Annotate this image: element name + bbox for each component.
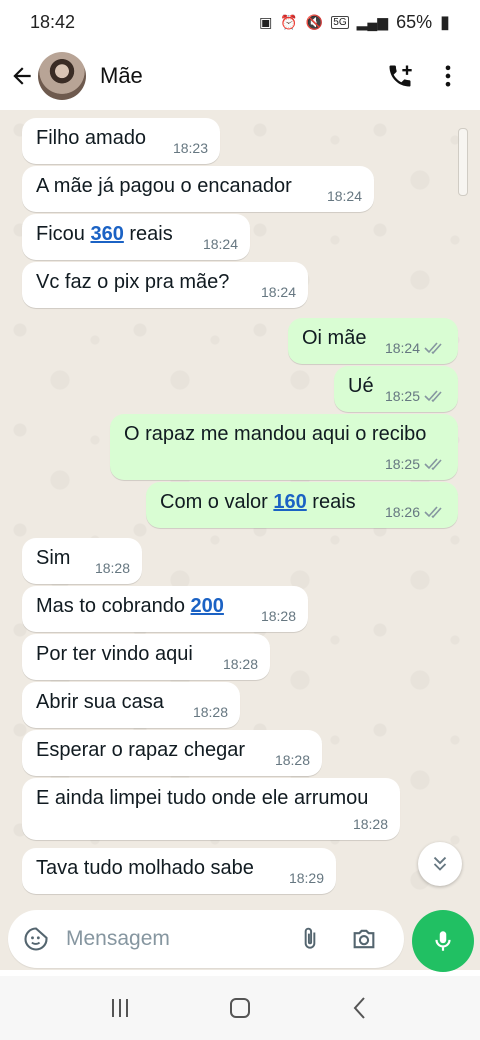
message-outgoing[interactable]: O rapaz me mandou aqui o recibo 18:25 xyxy=(110,414,458,480)
more-options-button[interactable] xyxy=(424,52,472,100)
mic-icon xyxy=(435,931,451,951)
message-text: Filho amado xyxy=(36,127,147,149)
contact-avatar[interactable] xyxy=(38,52,86,100)
message-text: Tava tudo molhado sabe xyxy=(36,857,254,879)
status-icons: ▣ ⏰ 🔇 5G ▂▄▆ 65% ▮ xyxy=(259,12,450,33)
add-call-icon xyxy=(389,65,412,87)
message-outgoing[interactable]: Ué 18:25 xyxy=(334,366,458,412)
message-time: 18:26 xyxy=(384,504,420,520)
message-time: 18:28 xyxy=(260,608,296,624)
message-incoming[interactable]: Filho amado 18:23 xyxy=(22,118,220,164)
message-text: Ué xyxy=(348,375,374,397)
message-time: 18:28 xyxy=(352,816,388,832)
chat-header: Mãe xyxy=(0,44,480,108)
message-time: 18:29 xyxy=(288,870,324,886)
message-time: 18:28 xyxy=(274,752,310,768)
message-text: Sim xyxy=(36,547,71,569)
message-time: 18:24 xyxy=(326,188,362,204)
recents-button[interactable] xyxy=(90,988,150,1028)
system-nav-bar xyxy=(0,976,480,1040)
back-nav-button[interactable] xyxy=(330,988,390,1028)
alarm-icon: ⏰ xyxy=(280,13,298,30)
notification-icon: ▣ xyxy=(259,13,273,30)
home-icon xyxy=(230,998,250,1018)
message-incoming[interactable]: Mas to cobrando 200 18:28 xyxy=(22,586,308,632)
attach-button[interactable] xyxy=(290,919,330,959)
number-link[interactable]: 200 xyxy=(191,595,224,617)
message-text: O rapaz me mandou aqui o recibo xyxy=(124,423,427,445)
paperclip-icon xyxy=(304,927,316,949)
scrollbar[interactable] xyxy=(458,128,468,196)
message-incoming[interactable]: Ficou 360 reais 18:24 xyxy=(22,214,250,260)
message-incoming[interactable]: Sim 18:28 xyxy=(22,538,142,584)
add-call-button[interactable] xyxy=(376,52,424,100)
message-time: 18:24 xyxy=(384,340,420,356)
composer-bar xyxy=(0,910,480,972)
message-time: 18:25 xyxy=(384,388,420,404)
message-incoming[interactable]: Vc faz o pix pra mãe? 18:24 xyxy=(22,262,308,308)
status-bar: 18:42 ▣ ⏰ 🔇 5G ▂▄▆ 65% ▮ xyxy=(0,0,480,44)
number-link[interactable]: 160 xyxy=(273,491,306,513)
sticker-button[interactable] xyxy=(16,919,56,959)
message-incoming[interactable]: A mãe já pagou o encanador 18:24 xyxy=(22,166,374,212)
message-incoming[interactable]: E ainda limpei tudo onde ele arrumou 18:… xyxy=(22,778,400,840)
scroll-to-bottom-button[interactable] xyxy=(418,842,462,886)
double-check-icon xyxy=(424,342,442,355)
message-input[interactable] xyxy=(64,926,278,952)
chat-area[interactable]: Filho amado 18:23 A mãe já pagou o encan… xyxy=(0,110,480,910)
composer-field[interactable] xyxy=(8,910,404,968)
signal-icon: ▂▄▆ xyxy=(356,13,389,30)
message-text: Esperar o rapaz chegar xyxy=(36,739,246,761)
double-check-icon xyxy=(424,506,442,519)
arrow-left-icon xyxy=(13,67,31,85)
home-button[interactable] xyxy=(210,988,270,1028)
voice-record-button[interactable] xyxy=(412,910,474,972)
message-text: Oi mãe xyxy=(302,327,367,349)
battery-icon: ▮ xyxy=(440,11,450,32)
network-type-badge: 5G xyxy=(331,15,349,29)
message-text: Com o valor xyxy=(160,491,274,513)
message-incoming[interactable]: Abrir sua casa 18:28 xyxy=(22,682,240,728)
mute-icon: 🔇 xyxy=(305,13,324,30)
double-chevron-down-icon xyxy=(433,856,447,871)
message-text: A mãe já pagou o encanador xyxy=(36,175,292,197)
message-time: 18:24 xyxy=(260,284,296,300)
sticker-icon xyxy=(24,927,48,951)
contact-name[interactable]: Mãe xyxy=(100,63,376,89)
message-time: 18:23 xyxy=(172,140,208,156)
battery-percent: 65% xyxy=(396,11,433,32)
status-time: 18:42 xyxy=(30,11,76,32)
message-time: 18:28 xyxy=(94,560,130,576)
chevron-left-icon xyxy=(353,997,365,1019)
message-incoming[interactable]: Por ter vindo aqui 18:28 xyxy=(22,634,270,680)
message-text: E ainda limpei tudo onde ele arrumou xyxy=(36,787,369,809)
message-text: Abrir sua casa xyxy=(36,691,164,713)
message-incoming[interactable]: Esperar o rapaz chegar 18:28 xyxy=(22,730,322,776)
number-link[interactable]: 360 xyxy=(90,223,123,245)
message-time: 18:24 xyxy=(202,236,238,252)
message-text: Mas to cobrando xyxy=(36,595,191,617)
message-text: Por ter vindo aqui xyxy=(36,643,193,665)
message-outgoing[interactable]: Oi mãe 18:24 xyxy=(288,318,458,364)
recents-icon xyxy=(112,999,128,1017)
back-button[interactable] xyxy=(8,62,36,90)
double-check-icon xyxy=(424,458,442,471)
message-text: Vc faz o pix pra mãe? xyxy=(36,271,230,293)
more-vert-icon xyxy=(445,65,451,87)
camera-button[interactable] xyxy=(344,919,384,959)
message-text: reais xyxy=(123,223,173,245)
message-incoming[interactable]: Tava tudo molhado sabe 18:29 xyxy=(22,848,336,894)
message-time: 18:28 xyxy=(222,656,258,672)
message-time: 18:28 xyxy=(192,704,228,720)
double-check-icon xyxy=(424,390,442,403)
message-text: Ficou xyxy=(36,223,91,245)
message-outgoing[interactable]: Com o valor 160 reais 18:26 xyxy=(146,482,458,528)
camera-icon xyxy=(353,929,375,949)
message-time: 18:25 xyxy=(384,456,420,472)
message-text: reais xyxy=(306,491,356,513)
